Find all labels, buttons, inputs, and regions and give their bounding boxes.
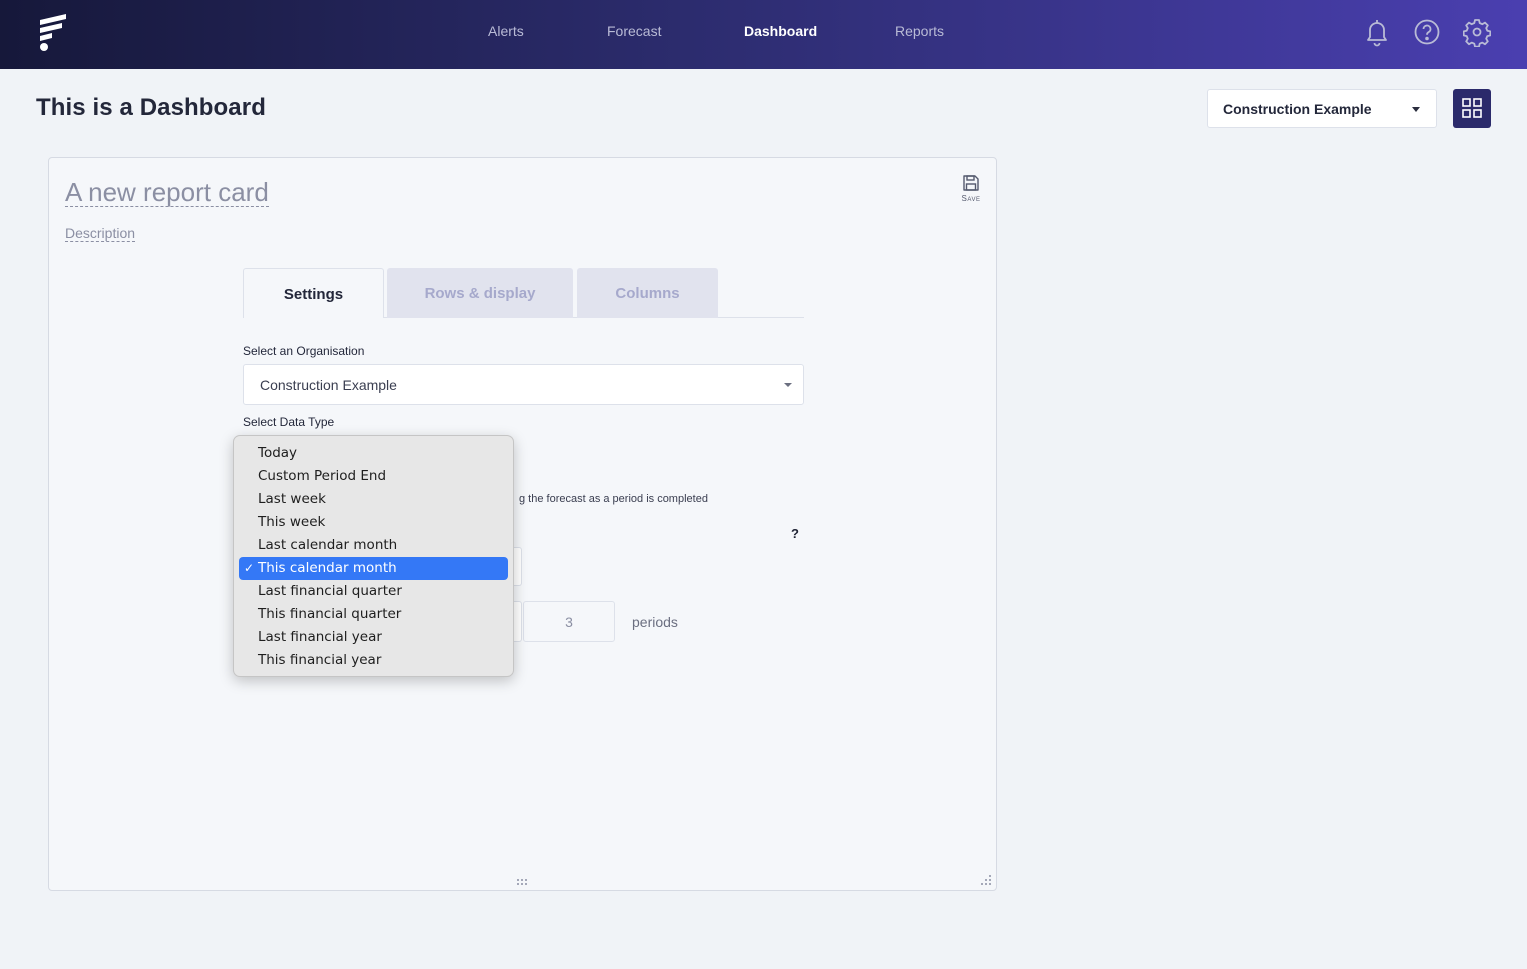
dropdown-option-this-week[interactable]: This week bbox=[239, 511, 508, 534]
dropdown-option-last-week[interactable]: Last week bbox=[239, 488, 508, 511]
tab-rows-display[interactable]: Rows & display bbox=[387, 268, 573, 318]
dropdown-option-last-calendar-month[interactable]: Last calendar month bbox=[239, 534, 508, 557]
nav-item-alerts[interactable]: Alerts bbox=[488, 23, 524, 39]
organisation-field-value: Construction Example bbox=[260, 377, 397, 393]
card-title[interactable]: A new report card bbox=[65, 178, 269, 207]
nav-item-dashboard[interactable]: Dashboard bbox=[744, 23, 817, 39]
nav-item-forecast[interactable]: Forecast bbox=[607, 23, 661, 39]
checkmark-icon: ✓ bbox=[244, 561, 255, 575]
top-navigation-bar: Alerts Forecast Dashboard Reports bbox=[0, 0, 1527, 69]
chevron-down-icon bbox=[1412, 107, 1420, 112]
resize-handle-icon[interactable] bbox=[516, 878, 528, 886]
bell-icon[interactable] bbox=[1363, 17, 1391, 47]
organisation-select[interactable]: Construction Example bbox=[1207, 89, 1437, 128]
tab-settings[interactable]: Settings bbox=[243, 268, 384, 318]
dropdown-option-this-calendar-month[interactable]: ✓ This calendar month bbox=[239, 557, 508, 580]
dropdown-option-this-financial-quarter[interactable]: This financial quarter bbox=[239, 603, 508, 626]
page-title: This is a Dashboard bbox=[36, 94, 266, 121]
data-type-field-label: Select Data Type bbox=[243, 415, 335, 429]
report-card: A new report card Description Save Setti… bbox=[48, 157, 997, 891]
tab-columns[interactable]: Columns bbox=[577, 268, 718, 318]
dropdown-option-today[interactable]: Today bbox=[239, 442, 508, 465]
periods-unit-label: periods bbox=[632, 614, 678, 630]
nav-item-reports[interactable]: Reports bbox=[895, 23, 944, 39]
periods-count-input[interactable]: 3 bbox=[523, 601, 615, 642]
organisation-field-label: Select an Organisation bbox=[243, 344, 365, 358]
forecast-hint-text: g the forecast as a period is completed bbox=[519, 493, 708, 505]
grid-icon bbox=[1462, 98, 1482, 118]
dropdown-option-this-financial-year[interactable]: This financial year bbox=[239, 649, 508, 672]
organisation-select-value: Construction Example bbox=[1223, 101, 1372, 117]
chevron-down-icon bbox=[784, 383, 792, 387]
card-description[interactable]: Description bbox=[65, 225, 136, 242]
organisation-field[interactable]: Construction Example bbox=[243, 364, 804, 405]
dropdown-option-last-financial-quarter[interactable]: Last financial quarter bbox=[239, 580, 508, 603]
period-dropdown-list: Today Custom Period End Last week This w… bbox=[233, 435, 514, 677]
app-logo[interactable] bbox=[36, 12, 72, 54]
resize-corner-icon[interactable] bbox=[980, 874, 992, 886]
floppy-disk-icon bbox=[963, 175, 979, 191]
gear-icon[interactable] bbox=[1463, 17, 1491, 47]
dropdown-option-custom-period-end[interactable]: Custom Period End bbox=[239, 465, 508, 488]
layout-grid-button[interactable] bbox=[1453, 89, 1491, 128]
help-circle-icon[interactable] bbox=[1413, 17, 1441, 47]
dropdown-option-last-financial-year[interactable]: Last financial year bbox=[239, 626, 508, 649]
help-icon[interactable]: ? bbox=[791, 526, 799, 541]
save-button[interactable]: Save bbox=[957, 174, 985, 208]
save-label: Save bbox=[961, 194, 981, 203]
